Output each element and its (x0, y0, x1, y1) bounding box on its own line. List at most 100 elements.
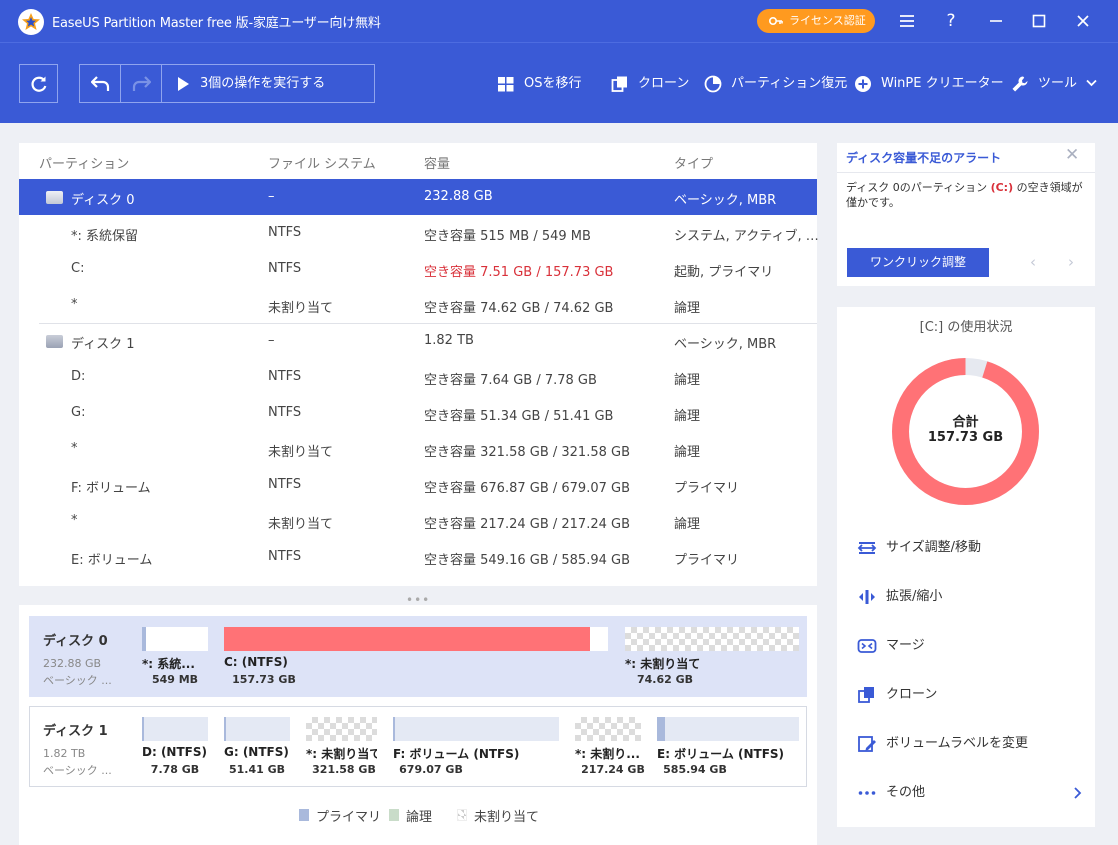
partition-fs: 未割り当て (268, 445, 334, 460)
column-capacity[interactable]: 容量 (424, 153, 450, 172)
disk-row-1[interactable]: ディスク 1 – 1.82 TB ベーシック, MBR (19, 323, 817, 359)
partition-capacity: 空き容量 74.62 GB / 74.62 GB (424, 301, 614, 316)
disk-map-size: 232.88 GB (43, 657, 102, 670)
partition-used-fill (393, 717, 395, 741)
legend-label: 未割り当て (474, 810, 540, 825)
migrate-os-button[interactable]: OSを移行 (497, 73, 582, 95)
partition-label: E: ボリューム (NTFS) (657, 747, 785, 761)
clone-button[interactable]: クローン (611, 73, 689, 95)
hamburger-menu-icon[interactable] (896, 10, 918, 32)
partition-row[interactable]: F: ボリューム NTFS 空き容量 676.87 GB / 679.07 GB… (19, 467, 817, 503)
disk-map-type: ベーシック ... (43, 674, 112, 687)
more-action[interactable]: その他 (857, 781, 1082, 805)
disk-map-type: ベーシック ... (43, 764, 112, 777)
partition-fs: NTFS (268, 261, 302, 276)
tools-label: ツール (1038, 76, 1078, 91)
maximize-icon[interactable] (1028, 10, 1050, 32)
partition-fs: NTFS (268, 477, 302, 492)
column-filesystem[interactable]: ファイル システム (268, 153, 376, 172)
partition-row[interactable]: * 未割り当て 空き容量 217.24 GB / 217.24 GB 論理 (19, 503, 817, 539)
partition-capacity: 空き容量 217.24 GB / 217.24 GB (424, 517, 631, 532)
donut-total-label: 合計 (952, 415, 979, 430)
partition-used-fill (657, 717, 665, 741)
change-volume-label-action[interactable]: ボリュームラベルを変更 (857, 732, 1082, 756)
clone-icon (611, 76, 627, 92)
alert-next-icon[interactable]: › (1068, 253, 1074, 271)
partition-capacity-warning: 空き容量 7.51 GB / 157.73 GB (424, 265, 614, 280)
partition-usage-bar (224, 627, 608, 651)
donut-total-value: 157.73 GB (927, 430, 1004, 445)
partition-recovery-button[interactable]: パーティション復元 (704, 73, 847, 95)
plus-circle-icon (855, 76, 871, 92)
partition-fs: NTFS (268, 549, 302, 564)
partition-type: 論理 (674, 445, 701, 460)
legend-swatch (299, 809, 309, 821)
partition-size: 217.24 GB (581, 763, 645, 776)
help-icon[interactable]: ? (940, 10, 962, 32)
tools-menu-button[interactable]: ツール (1011, 73, 1097, 95)
unallocated-bar (306, 717, 377, 741)
partition-row[interactable]: *: 系統保留 NTFS 空き容量 515 MB / 549 MB システム, … (19, 215, 819, 251)
disk-map-0[interactable]: ディスク 0 232.88 GB ベーシック ... *: 系統... 549 … (29, 616, 807, 697)
partition-list-header: パーティション ファイル システム 容量 タイプ (19, 143, 817, 179)
disk-map: ディスク 0 232.88 GB ベーシック ... *: 系統... 549 … (19, 605, 817, 845)
undo-button[interactable] (80, 65, 121, 102)
partition-capacity: 空き容量 549.16 GB / 585.94 GB (424, 553, 631, 568)
column-type[interactable]: タイプ (674, 153, 713, 172)
disk-map-name: ディスク 1 (43, 724, 108, 739)
clone-action[interactable]: クローン (857, 683, 1082, 707)
minimize-icon[interactable] (985, 10, 1007, 32)
partition-size: 549 MB (151, 673, 199, 686)
partition-list: パーティション ファイル システム 容量 タイプ ディスク 0 – 232.88… (19, 143, 819, 586)
partition-row[interactable]: * 未割り当て 空き容量 74.62 GB / 74.62 GB 論理 (19, 287, 817, 323)
partition-usage-bar (393, 717, 559, 741)
disk-capacity: 232.88 GB (424, 189, 493, 204)
merge-action[interactable]: マージ (857, 634, 1082, 658)
partition-usage-bar (657, 717, 799, 741)
disk-row-0[interactable]: ディスク 0 – 232.88 GB ベーシック, MBR (19, 179, 817, 215)
disk-capacity: 1.82 TB (424, 333, 474, 348)
partition-type: プライマリ (674, 553, 740, 568)
legend-swatch (389, 809, 399, 821)
undo-icon (91, 76, 110, 91)
close-icon[interactable] (1072, 10, 1094, 32)
disk-fs: – (268, 189, 275, 204)
partition-row[interactable]: D: NTFS 空き容量 7.64 GB / 7.78 GB 論理 (19, 359, 817, 395)
partition-used-fill (142, 627, 146, 651)
partition-row[interactable]: * 未割り当て 空き容量 321.58 GB / 321.58 GB 論理 (19, 431, 817, 467)
alert-close-icon[interactable]: ✕ (1065, 145, 1079, 165)
license-label: ライセンス認証 (789, 14, 866, 27)
extend-shrink-action[interactable]: 拡張/縮小 (857, 585, 1082, 609)
key-icon (769, 17, 783, 25)
redo-button[interactable] (121, 65, 162, 102)
clone-label: クローン (638, 76, 690, 91)
partition-row[interactable]: C: NTFS 空き容量 7.51 GB / 157.73 GB 起動, プライ… (19, 251, 817, 287)
chevron-down-icon (1086, 79, 1097, 87)
hard-disk-icon (46, 191, 63, 204)
refresh-button[interactable] (19, 64, 58, 103)
resize-move-icon (857, 542, 877, 554)
disk-fs: – (268, 333, 275, 348)
partition-capacity: 空き容量 321.58 GB / 321.58 GB (424, 445, 631, 460)
resize-move-action[interactable]: サイズ調整/移動 (857, 536, 1082, 560)
disk-map-1[interactable]: ディスク 1 1.82 TB ベーシック ... D: (NTFS) 7.78 … (29, 706, 807, 787)
partition-capacity: 空き容量 7.64 GB / 7.78 GB (424, 373, 597, 388)
partition-name: G: (71, 405, 86, 420)
partition-size: 585.94 GB (663, 763, 727, 776)
license-activation-button[interactable]: ライセンス認証 (757, 9, 875, 33)
partition-fs: 未割り当て (268, 517, 334, 532)
partition-fs: NTFS (268, 405, 302, 420)
title-bar: EaseUS Partition Master free 版-家庭ユーザー向け無… (0, 0, 1118, 42)
one-click-adjust-button[interactable]: ワンクリック調整 (847, 248, 989, 277)
winpe-creator-button[interactable]: WinPE クリエーター (854, 73, 1004, 95)
column-partition[interactable]: パーティション (39, 153, 129, 172)
partition-row[interactable]: E: ボリューム NTFS 空き容量 549.16 GB / 585.94 GB… (19, 539, 817, 575)
alert-prev-icon[interactable]: ‹ (1030, 253, 1036, 271)
partition-row[interactable]: G: NTFS 空き容量 51.34 GB / 51.41 GB 論理 (19, 395, 817, 431)
partition-fs: NTFS (268, 369, 302, 384)
partition-label: G: (NTFS) (224, 745, 289, 759)
alert-header: ディスク容量不足のアラート ✕ (837, 143, 1095, 173)
partition-capacity: 空き容量 676.87 GB / 679.07 GB (424, 481, 631, 496)
play-icon (178, 77, 189, 91)
apply-operations-button[interactable]: 3個の操作を実行する (162, 65, 374, 102)
